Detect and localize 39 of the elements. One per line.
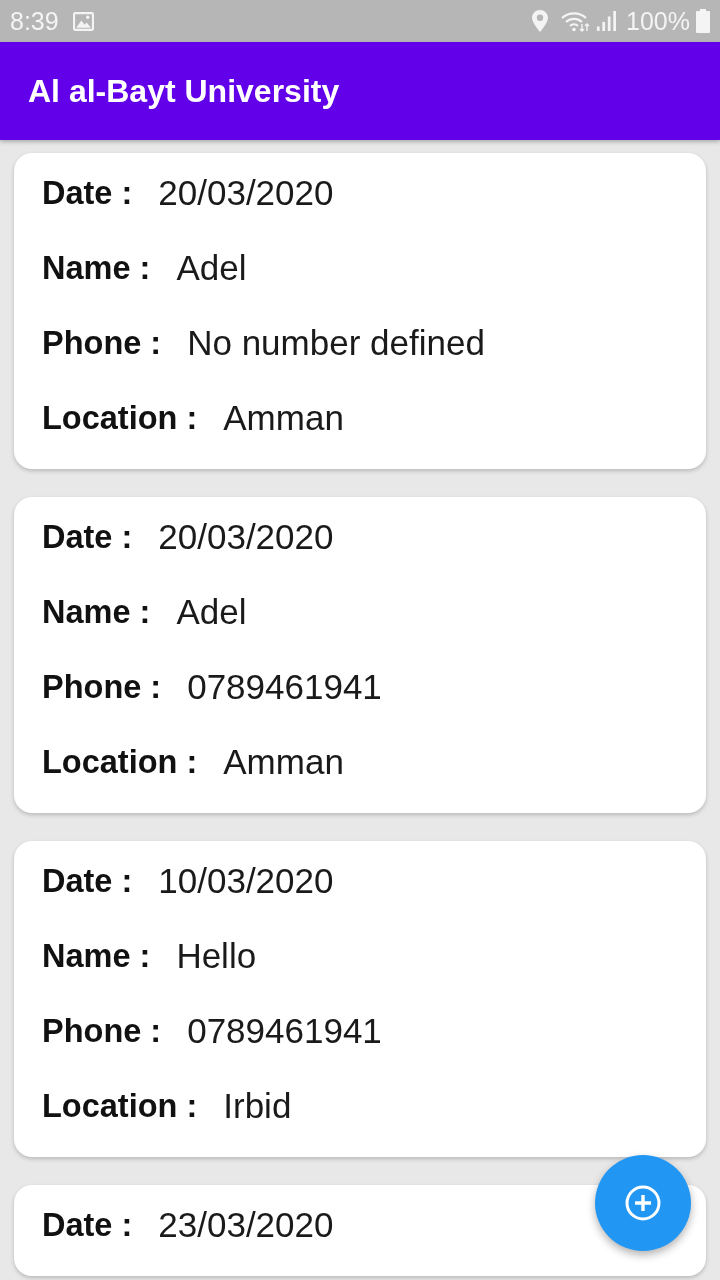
field-value: Amman bbox=[223, 397, 344, 438]
record-card[interactable]: Date : 20/03/2020 Name : Adel Phone : No number defined Location : Amman bbox=[14, 153, 706, 469]
field-label: Date : bbox=[42, 1205, 133, 1245]
field-label: Location : bbox=[42, 1086, 198, 1126]
field-value: 10/03/2020 bbox=[158, 860, 334, 901]
field-value: No number defined bbox=[187, 322, 485, 363]
status-time: 8:39 bbox=[10, 6, 59, 36]
field-value: 0789461941 bbox=[187, 666, 382, 707]
field-value: 0789461941 bbox=[187, 1010, 382, 1051]
field-value: Irbid bbox=[223, 1085, 292, 1126]
field-label: Date : bbox=[42, 173, 133, 213]
field-value: 20/03/2020 bbox=[158, 516, 334, 557]
field-label: Date : bbox=[42, 861, 133, 901]
field-label: Phone : bbox=[42, 1011, 162, 1051]
app-title: Al al-Bayt University bbox=[28, 72, 340, 111]
field-label: Name : bbox=[42, 248, 151, 288]
field-value: Amman bbox=[223, 741, 344, 782]
field-value: Hello bbox=[176, 935, 257, 976]
add-circle-icon bbox=[625, 1185, 661, 1221]
field-value: 23/03/2020 bbox=[158, 1204, 334, 1245]
wifi-icon bbox=[560, 10, 591, 32]
image-icon bbox=[72, 11, 94, 31]
field-value: 20/03/2020 bbox=[158, 172, 334, 213]
field-label: Name : bbox=[42, 592, 151, 632]
record-card[interactable]: Date : 23/03/2020 bbox=[14, 1185, 706, 1276]
field-label: Phone : bbox=[42, 667, 162, 707]
field-label: Phone : bbox=[42, 323, 162, 363]
battery-percent: 100% bbox=[626, 6, 690, 36]
field-label: Location : bbox=[42, 398, 198, 438]
record-card[interactable]: Date : 20/03/2020 Name : Adel Phone : 0789461941 Location : Amman bbox=[14, 497, 706, 813]
signal-icon bbox=[596, 11, 617, 31]
field-label: Location : bbox=[42, 742, 198, 782]
record-card[interactable]: Date : 10/03/2020 Name : Hello Phone : 0789461941 Location : Irbid bbox=[14, 841, 706, 1157]
battery-icon bbox=[696, 9, 710, 33]
field-value: Adel bbox=[176, 247, 247, 288]
field-label: Name : bbox=[42, 936, 151, 976]
field-value: Adel bbox=[176, 591, 247, 632]
field-label: Date : bbox=[42, 517, 133, 557]
location-pin-icon bbox=[532, 10, 549, 32]
